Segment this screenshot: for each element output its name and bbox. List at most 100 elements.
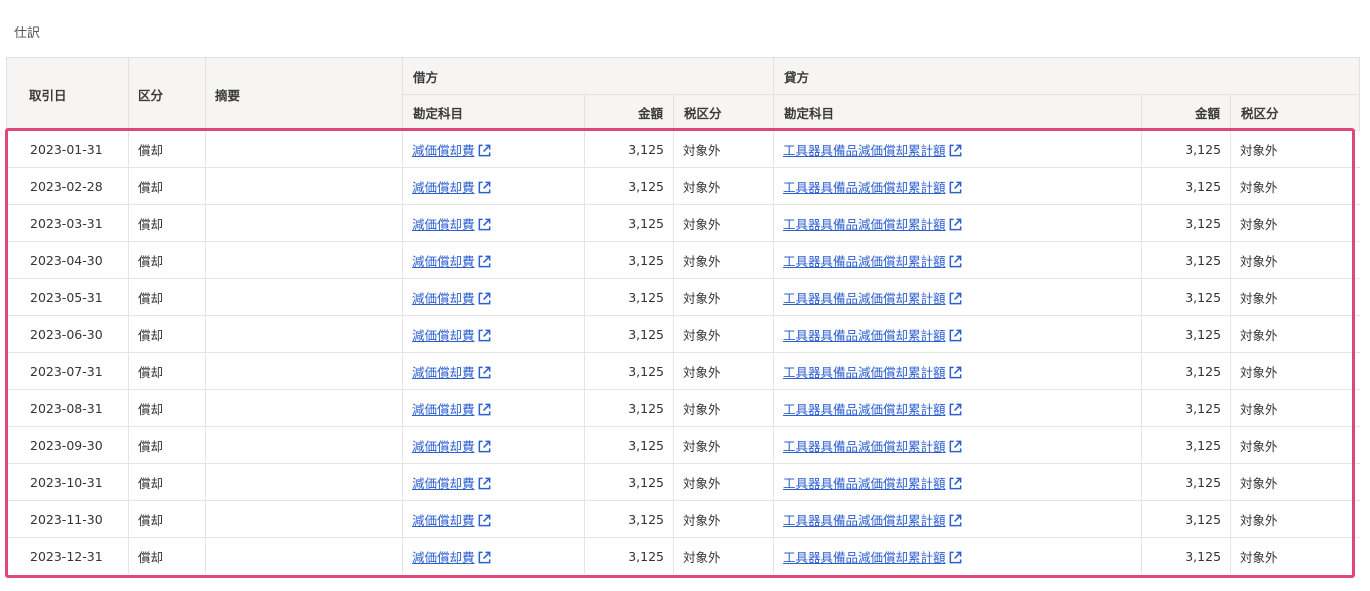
table-row: 2023-06-30 償却 減価償却費 3,125 対象外 工具器具備品減価償却累計額 3,… bbox=[6, 315, 1360, 353]
external-link-icon bbox=[477, 328, 492, 343]
debit-account-link[interactable]: 減価償却費 bbox=[412, 217, 492, 232]
debit-account-link[interactable]: 減価償却費 bbox=[412, 365, 492, 380]
debit-account-link[interactable]: 減価償却費 bbox=[412, 476, 492, 491]
credit-account-label: 工具器具備品減価償却累計額 bbox=[783, 179, 946, 195]
journal-table: 取引日 区分 摘要 借方 貸方 勘定科目 金額 税区分 勘定科目 金額 税区分 … bbox=[6, 57, 1361, 574]
cell-credit-account: 工具器具備品減価償却累計額 bbox=[773, 426, 1142, 464]
credit-account-link[interactable]: 工具器具備品減価償却累計額 bbox=[783, 402, 963, 417]
cell-debit-tax: 対象外 bbox=[672, 241, 774, 279]
header-credit-account: 勘定科目 bbox=[773, 94, 1143, 131]
credit-account-link[interactable]: 工具器具備品減価償却累計額 bbox=[783, 291, 963, 306]
cell-credit-amount: 3,125 bbox=[1141, 130, 1231, 168]
debit-account-link[interactable]: 減価償却費 bbox=[412, 550, 492, 565]
cell-credit-amount: 3,125 bbox=[1141, 389, 1231, 427]
cell-debit-account: 減価償却費 bbox=[402, 204, 585, 242]
cell-date: 2023-08-31 bbox=[6, 389, 129, 427]
journal-table-body: 2023-01-31 償却 減価償却費 3,125 対象外 工具器具備品減価償却累計額 3,… bbox=[6, 130, 1360, 574]
header-date: 取引日 bbox=[6, 57, 129, 131]
credit-account-link[interactable]: 工具器具備品減価償却累計額 bbox=[783, 217, 963, 232]
debit-account-link[interactable]: 減価償却費 bbox=[412, 402, 492, 417]
debit-account-link[interactable]: 減価償却費 bbox=[412, 328, 492, 343]
cell-credit-amount: 3,125 bbox=[1141, 204, 1231, 242]
credit-account-link[interactable]: 工具器具備品減価償却累計額 bbox=[783, 143, 963, 158]
external-link-icon bbox=[477, 476, 492, 491]
cell-debit-amount: 3,125 bbox=[584, 278, 674, 316]
debit-account-link[interactable]: 減価償却費 bbox=[412, 291, 492, 306]
credit-account-link[interactable]: 工具器具備品減価償却累計額 bbox=[783, 254, 963, 269]
credit-account-label: 工具器具備品減価償却累計額 bbox=[783, 401, 946, 417]
debit-account-link[interactable]: 減価償却費 bbox=[412, 180, 492, 195]
cell-debit-amount: 3,125 bbox=[584, 204, 674, 242]
cell-credit-tax: 対象外 bbox=[1230, 463, 1360, 501]
credit-account-label: 工具器具備品減価償却累計額 bbox=[783, 549, 946, 565]
header-credit-tax: 税区分 bbox=[1230, 94, 1361, 131]
cell-memo bbox=[205, 463, 403, 501]
cell-date: 2023-11-30 bbox=[6, 500, 129, 538]
external-link-icon bbox=[477, 513, 492, 528]
debit-account-link[interactable]: 減価償却費 bbox=[412, 439, 492, 454]
credit-account-label: 工具器具備品減価償却累計額 bbox=[783, 327, 946, 343]
credit-account-link[interactable]: 工具器具備品減価償却累計額 bbox=[783, 180, 963, 195]
cell-credit-tax: 対象外 bbox=[1230, 278, 1360, 316]
header-credit-group: 貸方 bbox=[773, 57, 1361, 95]
cell-category: 償却 bbox=[128, 204, 206, 242]
debit-account-link[interactable]: 減価償却費 bbox=[412, 254, 492, 269]
cell-memo bbox=[205, 278, 403, 316]
table-row: 2023-08-31 償却 減価償却費 3,125 対象外 工具器具備品減価償却累計額 3,… bbox=[6, 389, 1360, 427]
cell-debit-tax: 対象外 bbox=[672, 278, 774, 316]
debit-account-label: 減価償却費 bbox=[412, 253, 475, 269]
debit-account-link[interactable]: 減価償却費 bbox=[412, 143, 492, 158]
table-row: 2023-07-31 償却 減価償却費 3,125 対象外 工具器具備品減価償却累計額 3,… bbox=[6, 352, 1360, 390]
cell-memo bbox=[205, 352, 403, 390]
cell-credit-account: 工具器具備品減価償却累計額 bbox=[773, 167, 1142, 205]
external-link-icon bbox=[477, 550, 492, 565]
external-link-icon bbox=[477, 439, 492, 454]
external-link-icon bbox=[948, 476, 963, 491]
cell-credit-tax: 対象外 bbox=[1230, 130, 1360, 168]
cell-credit-tax: 対象外 bbox=[1230, 204, 1360, 242]
external-link-icon bbox=[948, 143, 963, 158]
cell-debit-tax: 対象外 bbox=[672, 130, 774, 168]
cell-debit-account: 減価償却費 bbox=[402, 278, 585, 316]
cell-credit-account: 工具器具備品減価償却累計額 bbox=[773, 204, 1142, 242]
cell-debit-amount: 3,125 bbox=[584, 500, 674, 538]
debit-account-label: 減価償却費 bbox=[412, 438, 475, 454]
credit-account-link[interactable]: 工具器具備品減価償却累計額 bbox=[783, 513, 963, 528]
credit-account-link[interactable]: 工具器具備品減価償却累計額 bbox=[783, 550, 963, 565]
credit-account-link[interactable]: 工具器具備品減価償却累計額 bbox=[783, 365, 963, 380]
credit-account-link[interactable]: 工具器具備品減価償却累計額 bbox=[783, 476, 963, 491]
cell-credit-account: 工具器具備品減価償却累計額 bbox=[773, 315, 1142, 353]
credit-account-label: 工具器具備品減価償却累計額 bbox=[783, 216, 946, 232]
cell-credit-account: 工具器具備品減価償却累計額 bbox=[773, 389, 1142, 427]
cell-credit-tax: 対象外 bbox=[1230, 241, 1360, 279]
credit-account-link[interactable]: 工具器具備品減価償却累計額 bbox=[783, 439, 963, 454]
debit-account-link[interactable]: 減価償却費 bbox=[412, 513, 492, 528]
cell-category: 償却 bbox=[128, 537, 206, 574]
table-row: 2023-10-31 償却 減価償却費 3,125 対象外 工具器具備品減価償却累計額 3,… bbox=[6, 463, 1360, 501]
cell-credit-amount: 3,125 bbox=[1141, 167, 1231, 205]
cell-category: 償却 bbox=[128, 426, 206, 464]
cell-debit-tax: 対象外 bbox=[672, 537, 774, 574]
credit-account-label: 工具器具備品減価償却累計額 bbox=[783, 290, 946, 306]
cell-category: 償却 bbox=[128, 241, 206, 279]
cell-memo bbox=[205, 241, 403, 279]
cell-memo bbox=[205, 315, 403, 353]
credit-account-link[interactable]: 工具器具備品減価償却累計額 bbox=[783, 328, 963, 343]
cell-credit-account: 工具器具備品減価償却累計額 bbox=[773, 463, 1142, 501]
cell-credit-amount: 3,125 bbox=[1141, 315, 1231, 353]
debit-account-label: 減価償却費 bbox=[412, 142, 475, 158]
cell-credit-amount: 3,125 bbox=[1141, 278, 1231, 316]
external-link-icon bbox=[477, 180, 492, 195]
external-link-icon bbox=[948, 550, 963, 565]
cell-category: 償却 bbox=[128, 389, 206, 427]
cell-debit-tax: 対象外 bbox=[672, 389, 774, 427]
cell-memo bbox=[205, 389, 403, 427]
table-row: 2023-05-31 償却 減価償却費 3,125 対象外 工具器具備品減価償却累計額 3,… bbox=[6, 278, 1360, 316]
header-debit-amount: 金額 bbox=[584, 94, 674, 131]
cell-credit-account: 工具器具備品減価償却累計額 bbox=[773, 278, 1142, 316]
cell-date: 2023-12-31 bbox=[6, 537, 129, 574]
cell-debit-account: 減価償却費 bbox=[402, 500, 585, 538]
journal-table-container: 取引日 区分 摘要 借方 貸方 勘定科目 金額 税区分 勘定科目 金額 税区分 … bbox=[6, 57, 1361, 574]
cell-memo bbox=[205, 204, 403, 242]
cell-category: 償却 bbox=[128, 130, 206, 168]
